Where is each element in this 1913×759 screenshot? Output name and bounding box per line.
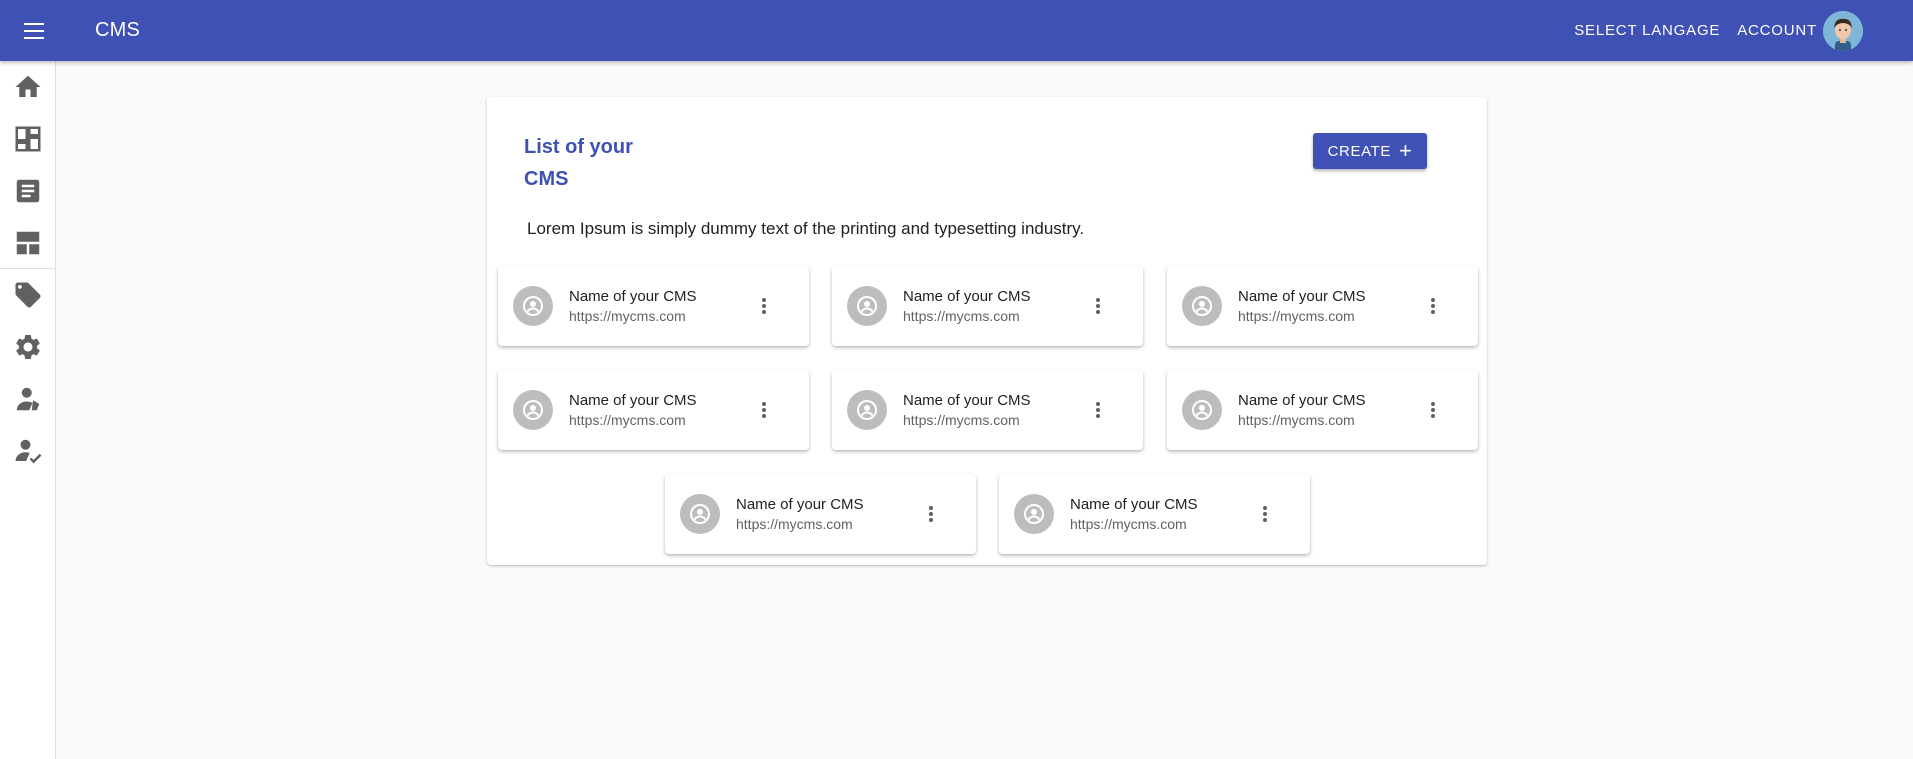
sidebar-item-settings[interactable]	[0, 321, 55, 373]
article-icon	[16, 179, 39, 203]
cms-avatar-icon	[1182, 390, 1222, 430]
menu-icon	[24, 22, 44, 39]
page-description: Lorem Ipsum is simply dummy text of the …	[527, 219, 1085, 238]
sidebar-item-tags[interactable]	[0, 269, 55, 321]
cms-url: https://mycms.com	[1238, 308, 1355, 324]
cms-avatar-icon	[1182, 286, 1222, 326]
cms-name: Name of your CMS	[569, 392, 697, 409]
account-avatar[interactable]	[1823, 10, 1863, 51]
cms-name: Name of your CMS	[903, 392, 1031, 409]
cms-avatar-icon	[680, 494, 720, 534]
more-vert-icon[interactable]	[1086, 398, 1110, 422]
create-button-label: CREATE	[1327, 142, 1391, 160]
sidebar-item-user-check[interactable]	[0, 425, 55, 477]
cms-url: https://mycms.com	[736, 516, 853, 532]
cms-card[interactable]: Name of your CMS https://mycms.com	[498, 370, 809, 450]
sidebar-item-layout[interactable]	[0, 217, 55, 269]
cms-card[interactable]: Name of your CMS https://mycms.com	[832, 266, 1143, 346]
cms-url: https://mycms.com	[903, 308, 1020, 324]
tags-icon	[15, 282, 40, 308]
sidebar-item-home[interactable]	[0, 61, 55, 113]
cms-name: Name of your CMS	[903, 288, 1031, 305]
cms-url: https://mycms.com	[1070, 516, 1187, 532]
create-button[interactable]: CREATE +	[1313, 133, 1427, 169]
select-language-button[interactable]: SELECT LANGAGE	[1574, 22, 1720, 39]
cms-url: https://mycms.com	[903, 412, 1020, 428]
home-icon	[15, 75, 40, 97]
cms-name: Name of your CMS	[1070, 496, 1198, 513]
more-vert-icon[interactable]	[1421, 294, 1445, 318]
more-vert-icon[interactable]	[1421, 398, 1445, 422]
cms-card[interactable]: Name of your CMS https://mycms.com	[832, 370, 1143, 450]
sidebar-item-dashboard[interactable]	[0, 113, 55, 165]
plus-icon: +	[1398, 138, 1413, 163]
more-vert-icon[interactable]	[1253, 502, 1277, 526]
page-title: List of your CMS	[524, 136, 633, 190]
cms-name: Name of your CMS	[736, 496, 864, 513]
layout-icon	[16, 231, 39, 254]
sidebar-item-articles[interactable]	[0, 165, 55, 217]
appbar-actions: SELECT LANGAGE ACCOUNT	[1557, 10, 1863, 51]
cms-url: https://mycms.com	[1238, 412, 1355, 428]
cms-card[interactable]: Name of your CMS https://mycms.com	[999, 474, 1310, 554]
cms-card[interactable]: Name of your CMS https://mycms.com	[1167, 266, 1478, 346]
sidebar	[0, 61, 56, 759]
more-vert-icon[interactable]	[919, 502, 943, 526]
cms-card[interactable]: Name of your CMS https://mycms.com	[1167, 370, 1478, 450]
more-vert-icon[interactable]	[1086, 294, 1110, 318]
account-button[interactable]: ACCOUNT	[1737, 22, 1817, 39]
menu-button[interactable]	[0, 0, 70, 61]
cms-card[interactable]: Name of your CMS https://mycms.com	[665, 474, 976, 554]
user-check-icon	[15, 439, 41, 464]
cms-card[interactable]: Name of your CMS https://mycms.com	[498, 266, 809, 346]
cms-url: https://mycms.com	[569, 412, 686, 428]
more-vert-icon[interactable]	[752, 398, 776, 422]
cms-avatar-icon	[1014, 494, 1054, 534]
more-vert-icon[interactable]	[752, 294, 776, 318]
app-title: CMS	[95, 19, 141, 41]
cms-avatar-icon	[847, 390, 887, 430]
cms-name: Name of your CMS	[1238, 288, 1366, 305]
cms-avatar-icon	[513, 390, 553, 430]
settings-icon	[15, 335, 40, 359]
cms-url: https://mycms.com	[569, 308, 686, 324]
cms-name: Name of your CMS	[1238, 392, 1366, 409]
sidebar-item-users[interactable]	[0, 373, 55, 425]
app-bar: CMS SELECT LANGAGE ACCOUNT	[0, 0, 1913, 61]
user-avatar-icon	[1823, 10, 1863, 51]
cms-name: Name of your CMS	[569, 288, 697, 305]
users-icon	[16, 387, 39, 411]
cms-avatar-icon	[513, 286, 553, 326]
cms-avatar-icon	[847, 286, 887, 326]
dashboard-icon	[15, 126, 40, 152]
cms-list-panel: List of your CMS CREATE + Lorem Ipsum is…	[487, 97, 1487, 565]
